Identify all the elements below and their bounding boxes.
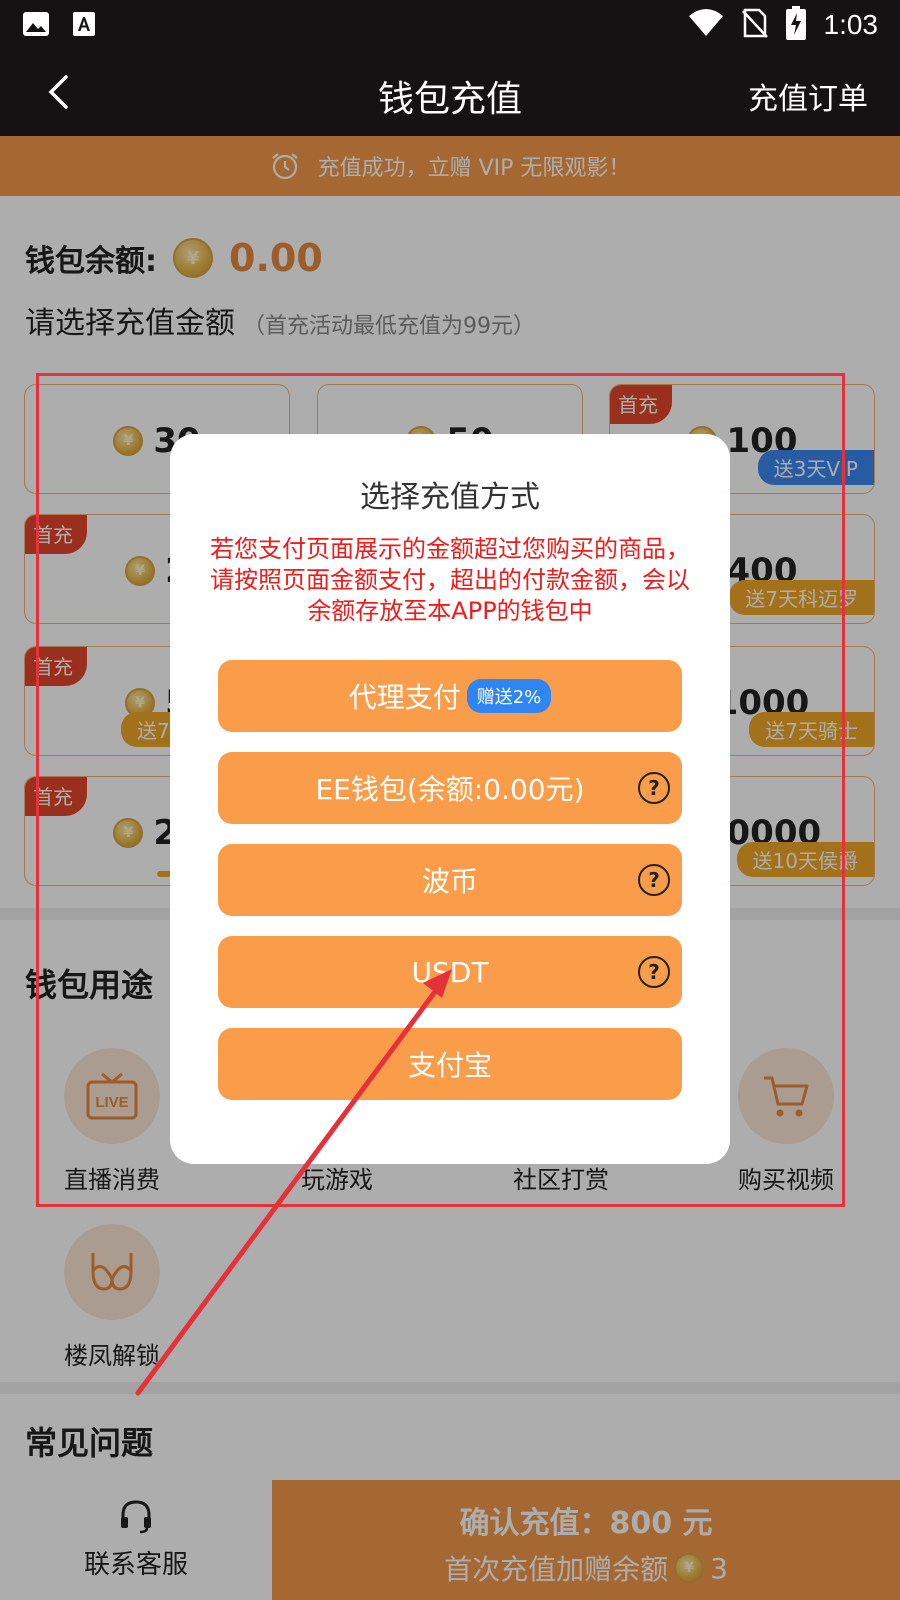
status-bar: 1:03 bbox=[0, 0, 900, 50]
app-bar: 钱包充值 充值订单 bbox=[0, 50, 900, 136]
recharge-orders-link[interactable]: 充值订单 bbox=[748, 74, 868, 118]
pay-option-label: 波币 bbox=[421, 865, 478, 898]
pay-option-label: USDT bbox=[411, 955, 489, 989]
pay-agent-button[interactable]: 代理支付 赠送2% bbox=[218, 660, 682, 732]
a-icon bbox=[72, 11, 96, 41]
pay-bocoin-button[interactable]: 波币 ? bbox=[218, 844, 682, 916]
status-time: 1:03 bbox=[823, 9, 879, 40]
pay-option-label: EE钱包(余额:0.00元) bbox=[315, 773, 585, 806]
help-icon[interactable]: ? bbox=[638, 864, 670, 896]
help-icon[interactable]: ? bbox=[638, 956, 670, 988]
pay-option-label: 支付宝 bbox=[407, 1049, 492, 1082]
pay-option-label: 代理支付 bbox=[348, 681, 461, 714]
image-icon bbox=[22, 11, 50, 41]
dialog-warning: 若您支付页面展示的金额超过您购买的商品，请按照页面金额支付，超出的付款金额，会以… bbox=[210, 535, 690, 625]
pay-alipay-button[interactable]: 支付宝 bbox=[218, 1028, 682, 1100]
battery-charging-icon bbox=[785, 6, 806, 44]
help-icon[interactable]: ? bbox=[638, 772, 670, 804]
wifi-icon bbox=[688, 8, 724, 42]
pay-usdt-button[interactable]: USDT ? bbox=[218, 936, 682, 1008]
pay-ee-wallet-button[interactable]: EE钱包(余额:0.00元) ? bbox=[218, 752, 682, 824]
promo-badge: 赠送2% bbox=[466, 679, 552, 713]
dialog-title: 选择充值方式 bbox=[360, 480, 540, 515]
no-sim-icon bbox=[741, 7, 768, 43]
payment-method-dialog: 选择充值方式 若您支付页面展示的金额超过您购买的商品，请按照页面金额支付，超出的… bbox=[170, 434, 730, 1164]
